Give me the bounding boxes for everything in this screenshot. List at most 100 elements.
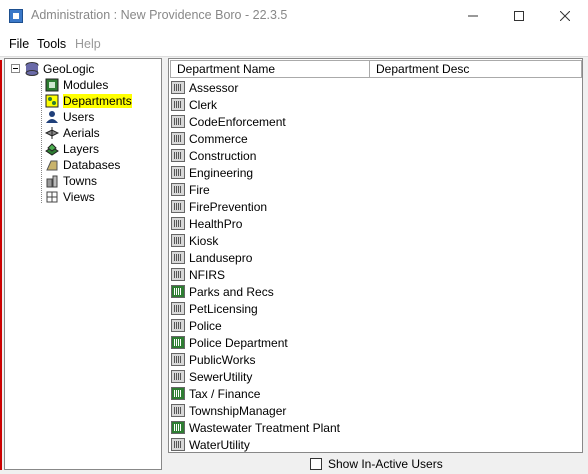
show-inactive-toggle[interactable]: Show In-Active Users — [310, 457, 443, 471]
tree-item-views[interactable]: Views — [45, 189, 95, 205]
department-name: TownshipManager — [189, 403, 287, 418]
column-header-name[interactable]: Department Name — [170, 60, 370, 78]
table-row[interactable]: Tax / Finance — [171, 385, 260, 402]
table-row[interactable]: FirePrevention — [171, 198, 267, 215]
table-row[interactable]: TownshipManager — [171, 402, 286, 419]
tree-root-geologic[interactable]: GeoLogic — [25, 61, 94, 77]
aerials-icon — [44, 126, 60, 140]
department-icon — [171, 302, 185, 315]
tree-item-label: Databases — [63, 158, 121, 172]
department-icon — [171, 166, 185, 179]
department-icon — [171, 98, 185, 111]
minimize-icon — [468, 15, 478, 17]
table-row[interactable]: Parks and Recs — [171, 283, 274, 300]
department-icon — [171, 81, 185, 94]
department-icon — [171, 132, 185, 145]
close-button[interactable] — [542, 0, 588, 32]
tree-item-label: Towns — [63, 174, 98, 188]
table-row[interactable]: Commerce — [171, 130, 248, 147]
department-name: FirePrevention — [189, 199, 268, 214]
menu-bar: File Tools Help — [0, 32, 588, 57]
table-row[interactable]: Assessor — [171, 79, 238, 96]
title-bar[interactable]: Administration : New Providence Boro - 2… — [0, 0, 588, 32]
tree-item-label: Modules — [63, 78, 109, 92]
maximize-button[interactable] — [496, 0, 542, 32]
column-header-desc[interactable]: Department Desc — [369, 60, 582, 78]
department-name: Landusepro — [189, 250, 253, 265]
show-inactive-checkbox[interactable] — [310, 458, 322, 470]
department-icon — [171, 149, 185, 162]
table-row[interactable]: Engineering — [171, 164, 253, 181]
department-name: PetLicensing — [189, 301, 258, 316]
towns-icon — [45, 174, 59, 188]
tree-item-users[interactable]: Users — [45, 109, 94, 125]
table-row[interactable]: PublicWorks — [171, 351, 255, 368]
department-icon — [171, 268, 185, 281]
maximize-icon — [514, 11, 524, 21]
department-name: Clerk — [189, 97, 218, 112]
department-icon — [171, 336, 185, 349]
department-list[interactable]: Department Name Department Desc Assessor… — [168, 58, 583, 453]
table-row[interactable]: CodeEnforcement — [171, 113, 286, 130]
table-row[interactable]: Wastewater Treatment Plant — [171, 419, 340, 436]
department-name: Assessor — [189, 80, 239, 95]
department-icon — [171, 285, 185, 298]
tree-item-label: Aerials — [63, 126, 100, 140]
department-icon — [171, 319, 185, 332]
tree-item-label: Layers — [63, 142, 100, 156]
modules-icon — [45, 78, 59, 92]
department-icon — [171, 387, 185, 400]
menu-tools[interactable]: Tools — [37, 37, 66, 51]
background-window-edge — [0, 60, 2, 470]
tree-item-departments[interactable]: Departments — [45, 93, 132, 109]
department-icon — [171, 370, 185, 383]
table-row[interactable]: Police — [171, 317, 222, 334]
database-icon — [25, 62, 39, 76]
tree-item-databases[interactable]: Databases — [45, 157, 120, 173]
table-row[interactable]: Fire — [171, 181, 210, 198]
department-icon — [171, 200, 185, 213]
collapse-toggle[interactable] — [11, 64, 20, 73]
department-icon — [171, 404, 185, 417]
tree-item-towns[interactable]: Towns — [45, 173, 97, 189]
table-row[interactable]: PetLicensing — [171, 300, 258, 317]
table-row[interactable]: WaterUtility — [171, 436, 250, 452]
table-row[interactable]: Construction — [171, 147, 256, 164]
tree-item-layers[interactable]: Layers — [45, 141, 99, 157]
department-icon — [171, 217, 185, 230]
department-name: Engineering — [189, 165, 254, 180]
department-name: Fire — [189, 182, 210, 197]
tree-item-label: Views — [63, 190, 95, 204]
app-icon — [9, 9, 23, 23]
table-row[interactable]: Police Department — [171, 334, 288, 351]
department-name: Police — [189, 318, 222, 333]
table-row[interactable]: NFIRS — [171, 266, 225, 283]
tree-item-aerials[interactable]: Aerials — [44, 125, 100, 141]
tree-item-label: Users — [63, 110, 95, 124]
department-name: HealthPro — [189, 216, 243, 231]
tree-item-modules[interactable]: Modules — [45, 77, 108, 93]
department-name: SewerUtility — [189, 369, 253, 384]
navigation-tree[interactable]: GeoLogic Modules Departments Users Aeria… — [4, 58, 162, 470]
users-icon — [45, 110, 59, 124]
close-icon — [560, 11, 570, 21]
minimize-button[interactable] — [450, 0, 496, 32]
table-row[interactable]: HealthPro — [171, 215, 242, 232]
views-icon — [45, 190, 59, 204]
department-name: PublicWorks — [189, 352, 256, 367]
tree-item-label-selected: Departments — [63, 94, 132, 108]
table-row[interactable]: SewerUtility — [171, 368, 252, 385]
department-icon — [171, 115, 185, 128]
menu-help[interactable]: Help — [75, 37, 101, 51]
table-row[interactable]: Landusepro — [171, 249, 252, 266]
show-inactive-label: Show In-Active Users — [328, 457, 443, 471]
table-row[interactable]: Clerk — [171, 96, 217, 113]
databases-icon — [45, 158, 59, 172]
department-name: Commerce — [189, 131, 248, 146]
department-icon — [171, 251, 185, 264]
window-title: Administration : New Providence Boro - 2… — [31, 8, 288, 22]
department-name: Tax / Finance — [189, 386, 261, 401]
department-icon — [171, 234, 185, 247]
menu-file[interactable]: File — [9, 37, 29, 51]
table-row[interactable]: Kiosk — [171, 232, 218, 249]
